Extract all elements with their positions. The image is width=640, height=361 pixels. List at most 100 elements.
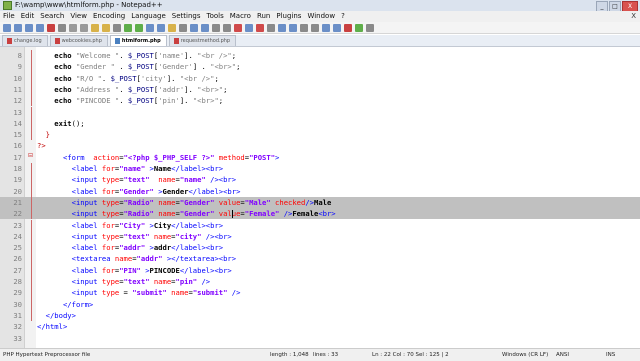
toolbar-button-icon[interactable] — [278, 23, 286, 32]
code-line[interactable]: 21 <input type="Radio" name="Gender" val… — [0, 196, 640, 209]
document-tab[interactable]: change.log — [2, 35, 48, 46]
menu-item-tools[interactable]: Tools — [204, 11, 227, 22]
line-number: 15 — [13, 130, 22, 140]
code-line[interactable]: 30 </form> — [0, 299, 640, 310]
code-text: <label for="PIN" >PINCODE</label><br> — [71, 265, 232, 275]
file-icon — [173, 38, 179, 44]
toolbar-button-icon[interactable] — [355, 23, 363, 32]
toolbar-button-icon[interactable] — [344, 23, 352, 32]
code-line[interactable]: 17 <form action="<?php $_PHP_SELF ?>" me… — [0, 152, 640, 163]
code-line[interactable]: 31 </body> — [0, 310, 640, 321]
notepad-app-icon — [3, 1, 12, 10]
code-line[interactable]: 33 — [0, 333, 640, 344]
toolbar-button-icon[interactable] — [256, 23, 264, 32]
toolbar-button-icon[interactable] — [300, 23, 308, 32]
toolbar-button-icon[interactable] — [146, 23, 154, 32]
menu-item-edit[interactable]: Edit — [18, 11, 38, 22]
toolbar-button-icon[interactable] — [223, 23, 231, 32]
toolbar-button-icon[interactable] — [267, 23, 275, 32]
toolbar-button-icon[interactable] — [234, 23, 242, 32]
toolbar-button-icon[interactable] — [3, 23, 11, 32]
toolbar-button-icon[interactable] — [36, 23, 44, 32]
line-number: 22 — [13, 209, 22, 219]
menu-item-macro[interactable]: Macro — [227, 11, 254, 22]
toolbar-button-icon[interactable] — [91, 23, 99, 32]
toolbar-button-icon[interactable] — [366, 23, 374, 32]
toolbar-button-icon[interactable] — [113, 23, 121, 32]
toolbar-button-icon[interactable] — [80, 23, 88, 32]
line-number: 30 — [13, 299, 22, 309]
toolbar-button-icon[interactable] — [124, 23, 132, 32]
code-text: <textarea name="addr" ></textarea><br> — [71, 254, 237, 264]
toolbar-button-icon[interactable] — [190, 23, 198, 32]
line-number: 19 — [13, 175, 22, 185]
code-line[interactable]: 10 echo "R/O ". $_POST['city']. "<br />"… — [0, 73, 640, 84]
fold-guide — [31, 185, 32, 197]
code-line[interactable]: 32 </html> — [0, 321, 640, 332]
status-length: length : 1,048 — [270, 352, 309, 358]
code-line[interactable]: 14 exit(); — [0, 118, 640, 129]
menu-item-run[interactable]: Run — [254, 11, 273, 22]
document-tab[interactable]: requestmethod.php — [168, 35, 237, 46]
code-text: exit(); — [37, 118, 85, 128]
code-line[interactable]: 12 echo "PINCODE ". $_POST['pin']. "<br>… — [0, 95, 640, 106]
code-line[interactable]: 9 echo "Gender " . $_POST['Gender'] . "<… — [0, 61, 640, 72]
code-editor[interactable]: 8 echo "Welcome ". $_POST['name']. "<br … — [0, 47, 640, 348]
code-line[interactable]: 23 <label for="City" >City</label><br> — [0, 220, 640, 231]
toolbar-button-icon[interactable] — [157, 23, 165, 32]
code-line[interactable]: 29 <input type = "submit" name="submit" … — [0, 287, 640, 298]
status-file-type: PHP Hypertext Preprocessor file — [3, 352, 91, 358]
toolbar-button-icon[interactable] — [69, 23, 77, 32]
code-text: <input type = "submit" name="submit" /> — [71, 288, 241, 298]
menu-item-file[interactable]: File — [0, 11, 18, 22]
code-line[interactable]: 27 <label for="PIN" >PINCODE</label><br> — [0, 265, 640, 276]
code-line[interactable]: 15 } — [0, 129, 640, 140]
toolbar-button-icon[interactable] — [212, 23, 220, 32]
toolbar-button-icon[interactable] — [311, 23, 319, 32]
menu-item-language[interactable]: Language — [128, 11, 169, 22]
window-controls: _ □ X — [596, 0, 638, 12]
close-document-button[interactable]: X — [628, 11, 640, 22]
fold-guide — [31, 117, 32, 130]
fold-marker-icon[interactable]: ⊟ — [28, 152, 33, 159]
toolbar-button-icon[interactable] — [168, 23, 176, 32]
toolbar-button-icon[interactable] — [58, 23, 66, 32]
toolbar-button-icon[interactable] — [333, 23, 341, 32]
code-line[interactable]: 24 <input type="text" name="city" /><br> — [0, 231, 640, 242]
toolbar-button-icon[interactable] — [102, 23, 110, 32]
code-line[interactable]: 20 <label for="Gender" >Gender</label><b… — [0, 186, 640, 197]
code-line[interactable]: 8 echo "Welcome ". $_POST['name']. "<br … — [0, 50, 640, 61]
menu-item-help[interactable]: ? — [338, 11, 348, 22]
document-tab[interactable]: webcookies.php — [49, 35, 108, 46]
code-line[interactable]: 11 echo "Address ". $_POST['addr']. "<br… — [0, 84, 640, 95]
code-line[interactable]: 19 <input type="text" name="name" /><br> — [0, 174, 640, 185]
toolbar-button-icon[interactable] — [322, 23, 330, 32]
toolbar-button-icon[interactable] — [289, 23, 297, 32]
code-line[interactable]: 26 <textarea name="addr" ></textarea><br… — [0, 253, 640, 264]
menu-item-settings[interactable]: Settings — [169, 11, 204, 22]
status-eol: Windows (CR LF) — [502, 352, 549, 358]
toolbar-button-icon[interactable] — [201, 23, 209, 32]
toolbar-button-icon[interactable] — [14, 23, 22, 32]
menu-item-encoding[interactable]: Encoding — [90, 11, 128, 22]
toolbar-button-icon[interactable] — [47, 23, 55, 32]
document-tab[interactable]: htmlform.php — [109, 35, 167, 46]
toolbar-button-icon[interactable] — [179, 23, 187, 32]
code-line[interactable]: 28 <input type="text" name="pin" /> — [0, 276, 640, 287]
toolbar-button-icon[interactable] — [25, 23, 33, 32]
status-bar: PHP Hypertext Preprocessor file length :… — [0, 348, 640, 361]
code-text: <label for="City" >City</label><br> — [71, 220, 224, 230]
code-line[interactable]: 22 <input type="Radio" name="Gender" val… — [0, 208, 640, 220]
line-number: 33 — [13, 333, 22, 343]
toolbar-button-icon[interactable] — [135, 23, 143, 32]
code-line[interactable]: 16 ?> — [0, 140, 640, 151]
code-line[interactable]: 25 <label for="addr" >addr</label><br> — [0, 242, 640, 253]
line-number: 9 — [17, 62, 22, 72]
toolbar-button-icon[interactable] — [245, 23, 253, 32]
menu-item-view[interactable]: View — [67, 11, 90, 22]
code-line[interactable]: 13 — [0, 107, 640, 118]
menu-item-window[interactable]: Window — [304, 11, 338, 22]
menu-item-plugins[interactable]: Plugins — [273, 11, 304, 22]
menu-item-search[interactable]: Search — [37, 11, 67, 22]
code-line[interactable]: 18 <label for="name" >Name</label><br> — [0, 163, 640, 174]
